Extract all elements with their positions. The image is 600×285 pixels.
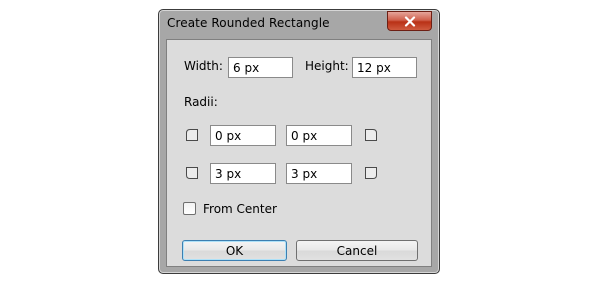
bottom-left-radius-field[interactable]	[210, 163, 276, 184]
width-label: Width:	[184, 59, 223, 73]
from-center-checkbox[interactable]	[183, 202, 196, 215]
create-rounded-rectangle-dialog: Create Rounded Rectangle Width: Height: …	[158, 9, 440, 274]
cancel-button[interactable]: Cancel	[296, 240, 418, 261]
radii-label: Radii:	[184, 95, 218, 109]
top-left-radius-field[interactable]	[210, 125, 276, 146]
title-bar[interactable]: Create Rounded Rectangle	[159, 10, 439, 38]
close-icon	[404, 15, 416, 27]
top-left-corner-icon	[185, 128, 199, 142]
ok-button[interactable]: OK	[182, 240, 287, 261]
close-button[interactable]	[387, 11, 432, 31]
bottom-right-corner-icon	[364, 166, 378, 180]
dialog-title: Create Rounded Rectangle	[167, 16, 330, 30]
top-right-corner-icon	[364, 128, 378, 142]
dialog-content: Width: Height: Radii:	[166, 39, 432, 267]
height-field[interactable]	[352, 57, 417, 78]
top-right-radius-field[interactable]	[286, 125, 352, 146]
bottom-right-radius-field[interactable]	[286, 163, 352, 184]
width-field[interactable]	[228, 57, 293, 78]
height-label: Height:	[305, 59, 349, 73]
bottom-left-corner-icon	[185, 166, 199, 180]
from-center-label[interactable]: From Center	[203, 202, 277, 216]
